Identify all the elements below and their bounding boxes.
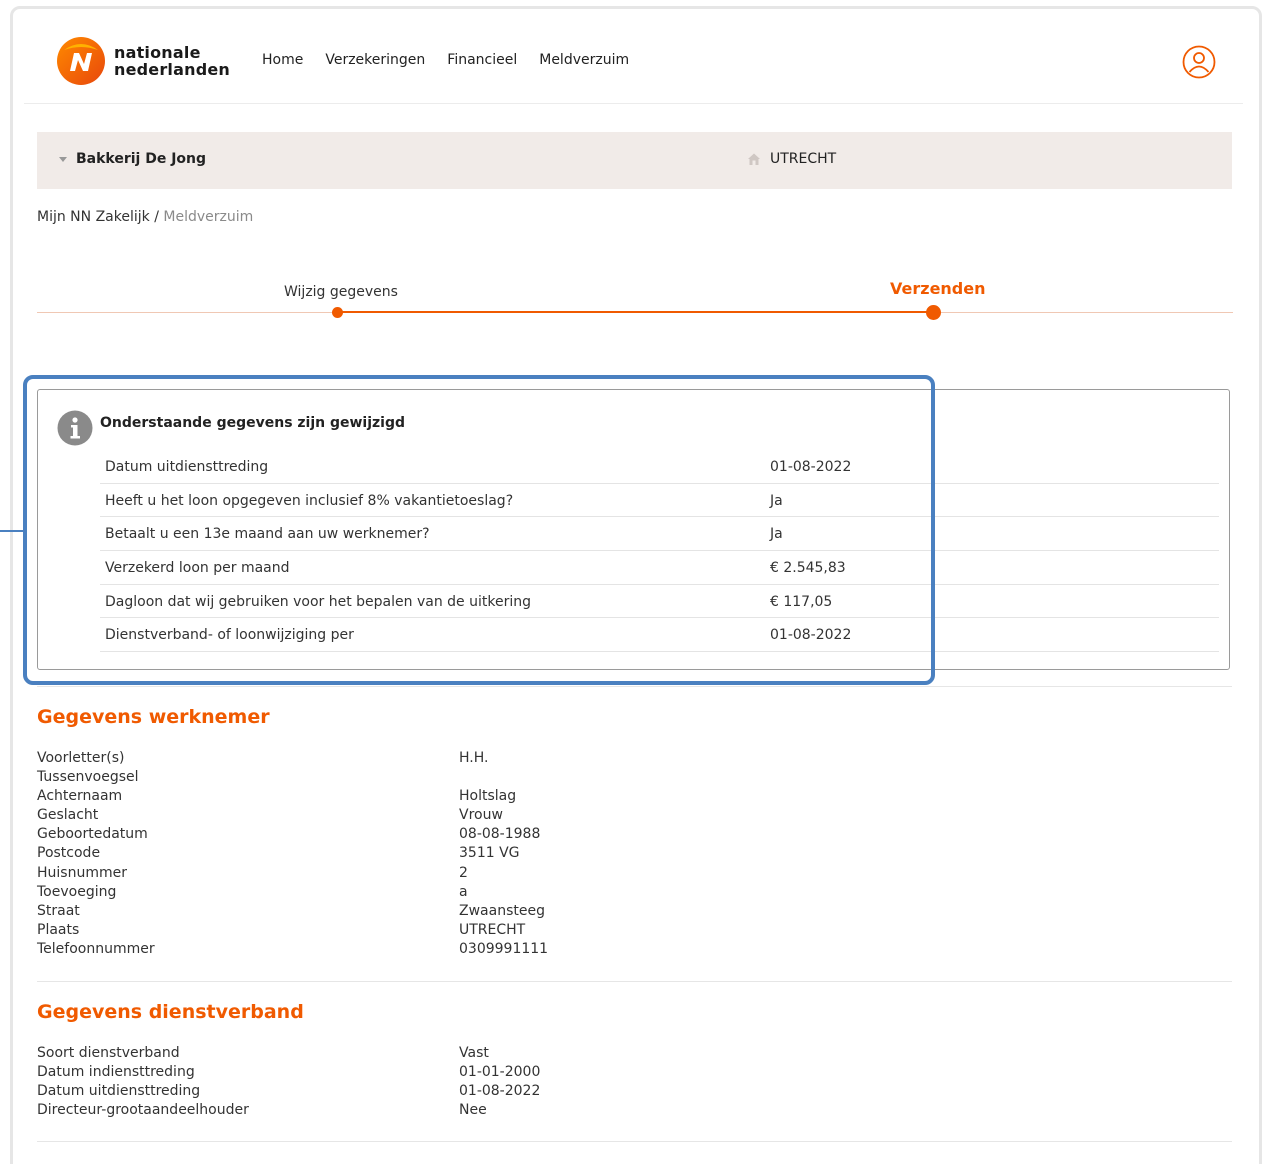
detail-label: Datum indiensttreding [37,1064,195,1081]
main-nav: Home Verzekeringen Financieel Meldverzui… [262,52,629,68]
list-item: Straat Zwaansteeg [37,903,837,922]
detail-value: 01-08-2022 [459,1083,541,1100]
company-location: UTRECHT [747,151,836,167]
detail-label: Straat [37,902,80,919]
list-item: Plaats UTRECHT [37,922,837,941]
detail-label: Datum uitdiensttreding [37,1083,201,1100]
breadcrumb-separator: / [149,209,164,225]
detail-label: Achternaam [37,788,123,805]
detail-value: a [459,883,468,900]
detail-label: Plaats [37,921,80,938]
section-divider [37,981,1232,982]
detail-value: Vrouw [459,807,503,824]
list-item: Voorletter(s) H.H. [37,750,837,769]
list-item: Tussenvoegsel [37,769,837,788]
detail-value: 3511 VG [459,845,520,862]
company-city: UTRECHT [770,151,837,167]
list-item: Postcode 3511 VG [37,845,837,864]
employee-details: Voorletter(s) H.H. Tussenvoegsel Achterna… [37,750,837,960]
list-item: Datum indiensttreding 01-01-2000 [37,1064,837,1083]
section-divider [37,686,1232,687]
nav-verzekeringen[interactable]: Verzekeringen [325,52,425,68]
logo-line-2: nederlanden [114,60,231,79]
detail-label: Toevoeging [37,883,117,900]
detail-value: 2 [459,864,468,881]
detail-value: Zwaansteeg [459,902,545,919]
detail-label: Geslacht [37,807,99,824]
detail-value: 0309991111 [459,940,549,957]
breadcrumb-root[interactable]: Mijn NN Zakelijk [37,209,150,225]
step-2-dot [926,305,941,320]
user-profile-icon[interactable] [1182,45,1216,79]
company-bar: Bakkerij De Jong UTRECHT [37,132,1232,189]
detail-label: Directeur-grootaandeelhouder [37,1102,249,1119]
list-item: Soort dienstverband Vast [37,1045,837,1064]
company-selector[interactable]: Bakkerij De Jong [59,151,206,167]
list-item: Directeur-grootaandeelhouder Nee [37,1102,837,1121]
employment-section-title: Gegevens dienstverband [37,1001,304,1023]
detail-value: Nee [459,1102,487,1119]
company-name: Bakkerij De Jong [76,151,207,167]
highlight-connector [0,530,24,532]
logo-wordmark: nationale nederlanden [114,44,230,78]
list-item: Geboortedatum 08-08-1988 [37,826,837,845]
list-item: Datum uitdiensttreding 01-08-2022 [37,1083,837,1102]
detail-value: Vast [459,1045,489,1061]
house-icon [748,153,760,165]
nn-logo-icon [57,37,105,85]
detail-value: 08-08-1988 [459,826,541,843]
detail-label: Tussenvoegsel [37,769,139,786]
logo-line-1: nationale [114,43,201,62]
detail-label: Huisnummer [37,864,127,881]
nav-financieel[interactable]: Financieel [447,52,517,68]
stepper-progress [337,311,933,313]
detail-value: H.H. [459,750,489,766]
detail-value: Holtslag [459,788,517,805]
detail-label: Soort dienstverband [37,1045,180,1061]
detail-label: Voorletter(s) [37,750,125,766]
caret-down-icon [59,156,67,162]
highlight-annotation [23,375,935,685]
section-divider [37,1141,1232,1142]
list-item: Toevoeging a [37,884,837,903]
employment-details: Soort dienstverband Vast Datum indiensttr… [37,1045,837,1121]
step-1-label[interactable]: Wijzig gegevens [284,284,398,300]
nav-home[interactable]: Home [262,52,303,68]
detail-value: UTRECHT [459,921,526,938]
list-item: Achternaam Holtslag [37,788,837,807]
progress-stepper: Wijzig gegevens Verzenden [37,270,1233,330]
detail-label: Geboortedatum [37,826,148,843]
nn-logo[interactable]: nationale nederlanden [56,36,230,86]
detail-label: Postcode [37,845,101,862]
detail-label: Telefoonnummer [37,940,155,957]
breadcrumb: Mijn NN Zakelijk / Meldverzuim [37,209,253,225]
list-item: Telefoonnummer 0309991111 [37,941,837,960]
nav-meldverzuim[interactable]: Meldverzuim [539,52,629,68]
breadcrumb-current: Meldverzuim [163,209,254,225]
list-item: Huisnummer 2 [37,865,837,884]
site-header: nationale nederlanden Home Verzekeringen… [24,22,1243,104]
step-1-dot[interactable] [332,307,343,318]
step-2-label: Verzenden [890,279,986,298]
employee-section-title: Gegevens werknemer [37,706,270,728]
detail-value: 01-01-2000 [459,1064,541,1081]
list-item: Geslacht Vrouw [37,807,837,826]
